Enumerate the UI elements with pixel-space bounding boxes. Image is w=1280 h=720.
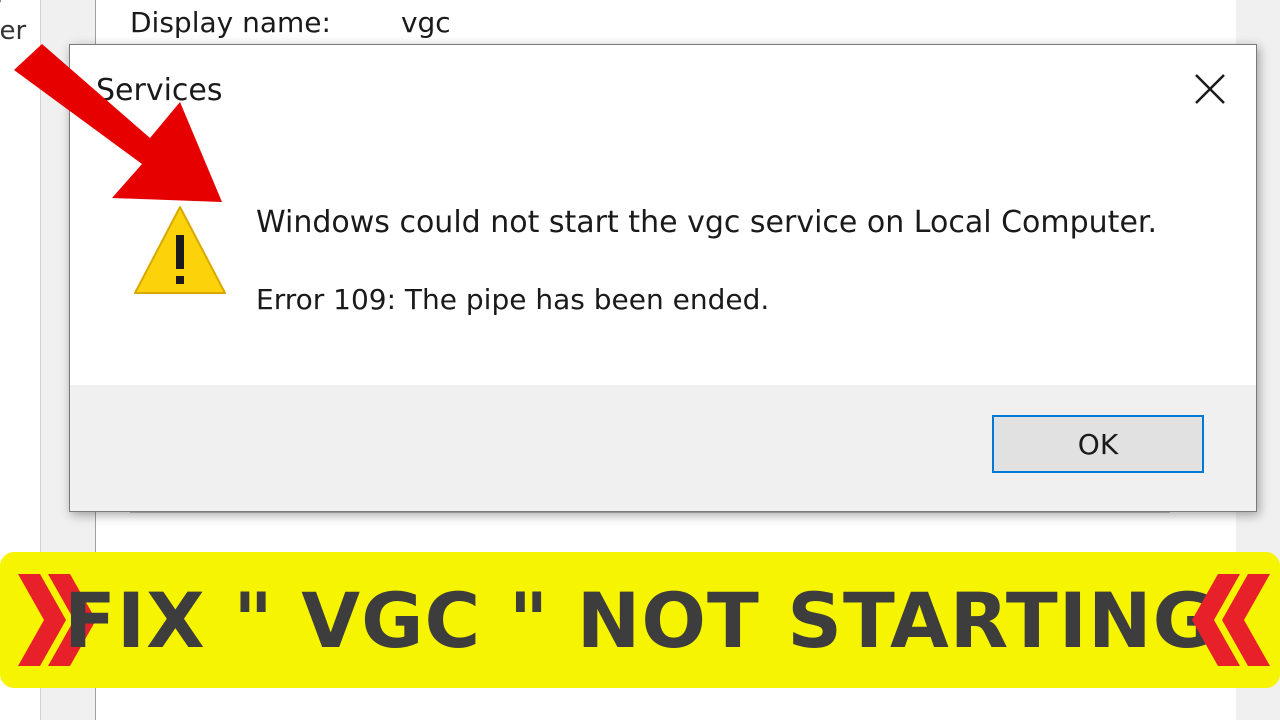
double-chevron-left-icon	[1192, 574, 1270, 666]
close-x-icon	[1195, 74, 1225, 104]
error-message: Windows could not start the vgc service …	[256, 205, 1158, 240]
background-separator	[130, 512, 1170, 513]
dialog-footer: OK	[70, 385, 1256, 511]
close-button[interactable]	[1178, 63, 1242, 115]
banner-title: FIX " VGC " NOT STARTING	[63, 575, 1216, 665]
ok-button[interactable]: OK	[992, 415, 1204, 473]
title-banner: FIX " VGC " NOT STARTING	[0, 552, 1280, 688]
display-name-value: vgc	[400, 6, 451, 39]
error-code-message: Error 109: The pipe has been ended.	[256, 283, 770, 316]
red-arrow-icon	[14, 44, 222, 202]
